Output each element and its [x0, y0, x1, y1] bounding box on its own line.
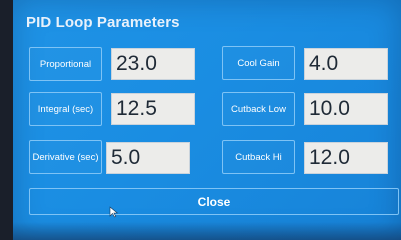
mouse-pointer-icon	[109, 206, 119, 218]
integral-label: Integral (sec)	[37, 103, 94, 115]
integral-button[interactable]: Integral (sec)	[29, 92, 102, 126]
cool-gain-value-field[interactable]: 4.0	[304, 48, 388, 80]
cool-gain-button[interactable]: Cool Gain	[222, 46, 295, 80]
cutback-hi-value-field[interactable]: 12.0	[304, 142, 388, 174]
cutback-low-label: Cutback Low	[231, 103, 286, 115]
cutback-hi-label: Cutback Hi	[235, 151, 282, 163]
close-label: Close	[197, 194, 231, 209]
cutback-low-value-field[interactable]: 10.0	[304, 93, 388, 125]
close-button[interactable]: Close	[29, 188, 399, 218]
proportional-button[interactable]: Proportional	[29, 47, 102, 81]
cool-gain-label: Cool Gain	[237, 57, 280, 69]
cutback-low-button[interactable]: Cutback Low	[222, 92, 295, 126]
integral-value-field[interactable]: 12.5	[111, 93, 195, 125]
derivative-value-field[interactable]: 5.0	[106, 142, 190, 174]
proportional-value-field[interactable]: 23.0	[111, 48, 195, 80]
panel-title: PID Loop Parameters	[26, 14, 180, 31]
derivative-label: Derivative (sec)	[32, 151, 99, 163]
cutback-hi-button[interactable]: Cutback Hi	[222, 140, 295, 174]
proportional-label: Proportional	[39, 58, 92, 70]
pid-parameters-panel: PID Loop Parameters Proportional 23.0 In…	[13, 0, 401, 240]
derivative-button[interactable]: Derivative (sec)	[29, 140, 102, 174]
